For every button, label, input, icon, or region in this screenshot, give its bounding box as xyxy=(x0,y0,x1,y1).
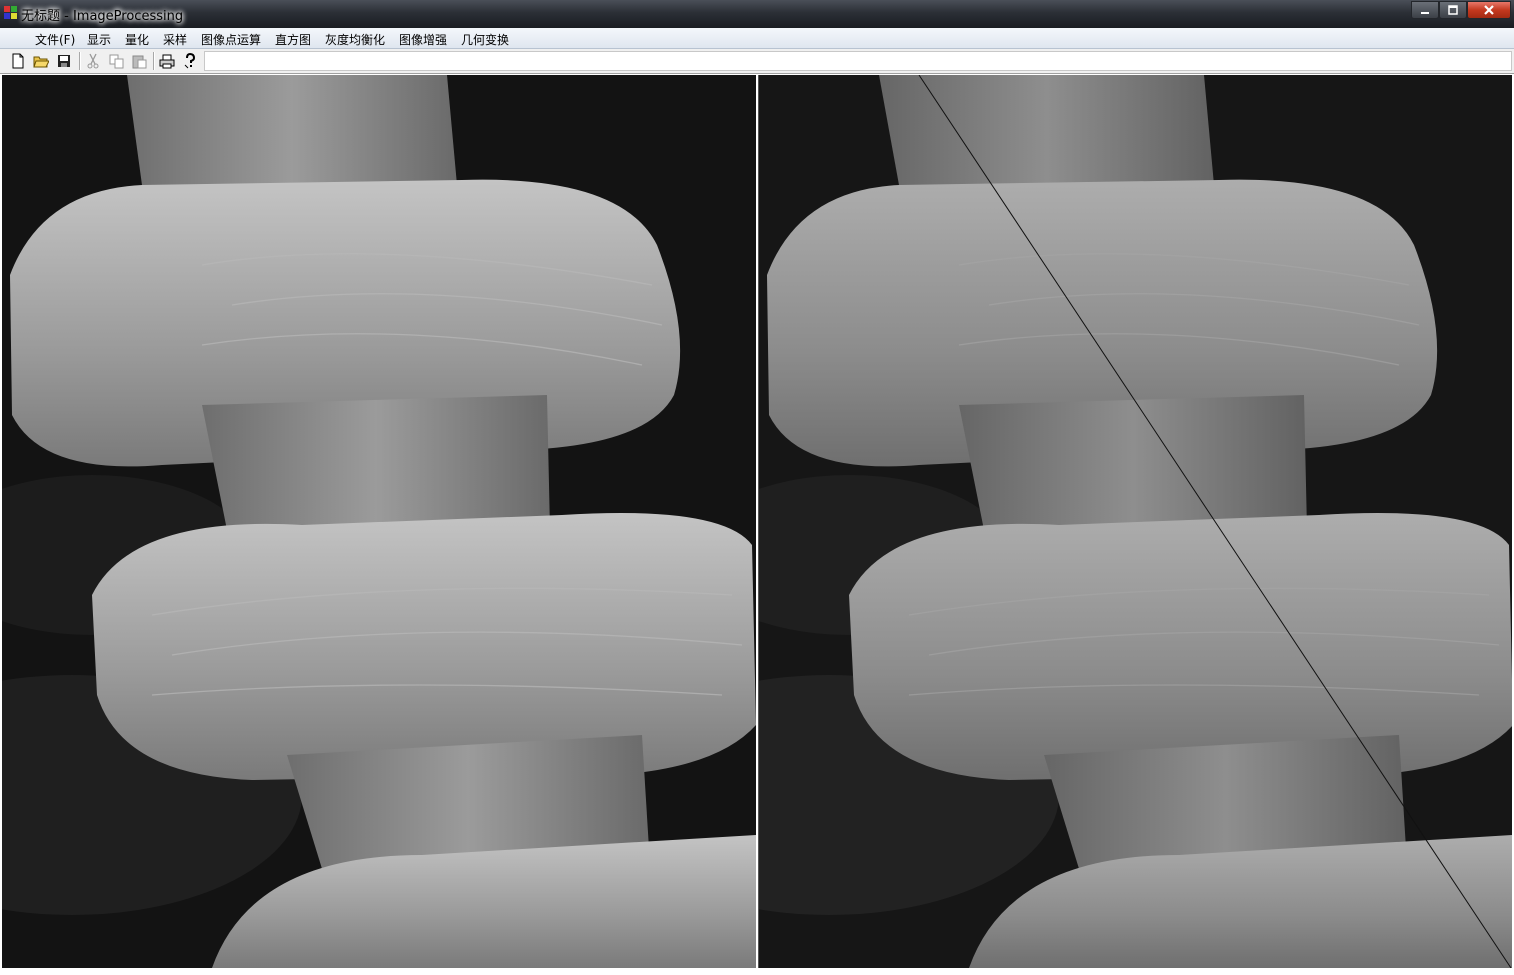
save-icon xyxy=(58,55,70,67)
new-file-button[interactable] xyxy=(9,52,27,70)
menu-histogram[interactable]: 直方图 xyxy=(275,31,311,48)
copy-button[interactable] xyxy=(107,52,125,70)
open-folder-icon xyxy=(33,56,49,68)
open-button[interactable] xyxy=(32,52,50,70)
toolbar xyxy=(0,49,1514,74)
paste-icon xyxy=(132,55,146,68)
original-image-panel xyxy=(2,75,756,968)
toolbar-band xyxy=(204,51,1512,71)
menu-equalization[interactable]: 灰度均衡化 xyxy=(325,31,385,48)
paste-button[interactable] xyxy=(130,52,148,70)
processed-image xyxy=(759,75,1512,968)
menu-geometric-transform[interactable]: 几何变换 xyxy=(461,31,509,48)
menu-display[interactable]: 显示 xyxy=(87,31,111,48)
help-button[interactable] xyxy=(181,52,199,70)
save-button[interactable] xyxy=(55,52,73,70)
status-area xyxy=(0,968,1514,975)
menu-sampling[interactable]: 采样 xyxy=(163,31,187,48)
copy-icon xyxy=(109,54,123,68)
processed-image-panel xyxy=(758,75,1512,968)
cut-icon xyxy=(87,53,99,69)
print-button[interactable] xyxy=(158,52,176,70)
original-image xyxy=(2,75,756,968)
menu-quantize[interactable]: 量化 xyxy=(125,31,149,48)
toolbar-separator xyxy=(153,52,155,70)
toolbar-separator xyxy=(79,52,81,70)
minimize-button[interactable] xyxy=(1411,1,1439,19)
close-button[interactable] xyxy=(1467,1,1511,19)
minimize-icon xyxy=(1421,12,1429,14)
print-icon xyxy=(159,54,175,68)
menu-enhancement[interactable]: 图像增强 xyxy=(399,31,447,48)
window-title: 无标题 - ImageProcessing xyxy=(21,9,184,24)
close-icon xyxy=(1484,5,1494,15)
help-icon xyxy=(184,53,196,69)
menu-file[interactable]: 文件(F) xyxy=(35,31,75,48)
menu-point-operations[interactable]: 图像点运算 xyxy=(201,31,261,48)
menu-bar: 文件(F) 显示 量化 采样 图像点运算 直方图 灰度均衡化 图像增强 几何变换 xyxy=(0,28,1514,49)
maximize-button[interactable] xyxy=(1439,1,1467,19)
new-file-icon xyxy=(12,53,24,69)
app-icon xyxy=(4,6,17,19)
maximize-icon xyxy=(1448,5,1458,15)
cut-button[interactable] xyxy=(84,52,102,70)
title-bar: 无标题 - ImageProcessing xyxy=(0,0,1514,28)
